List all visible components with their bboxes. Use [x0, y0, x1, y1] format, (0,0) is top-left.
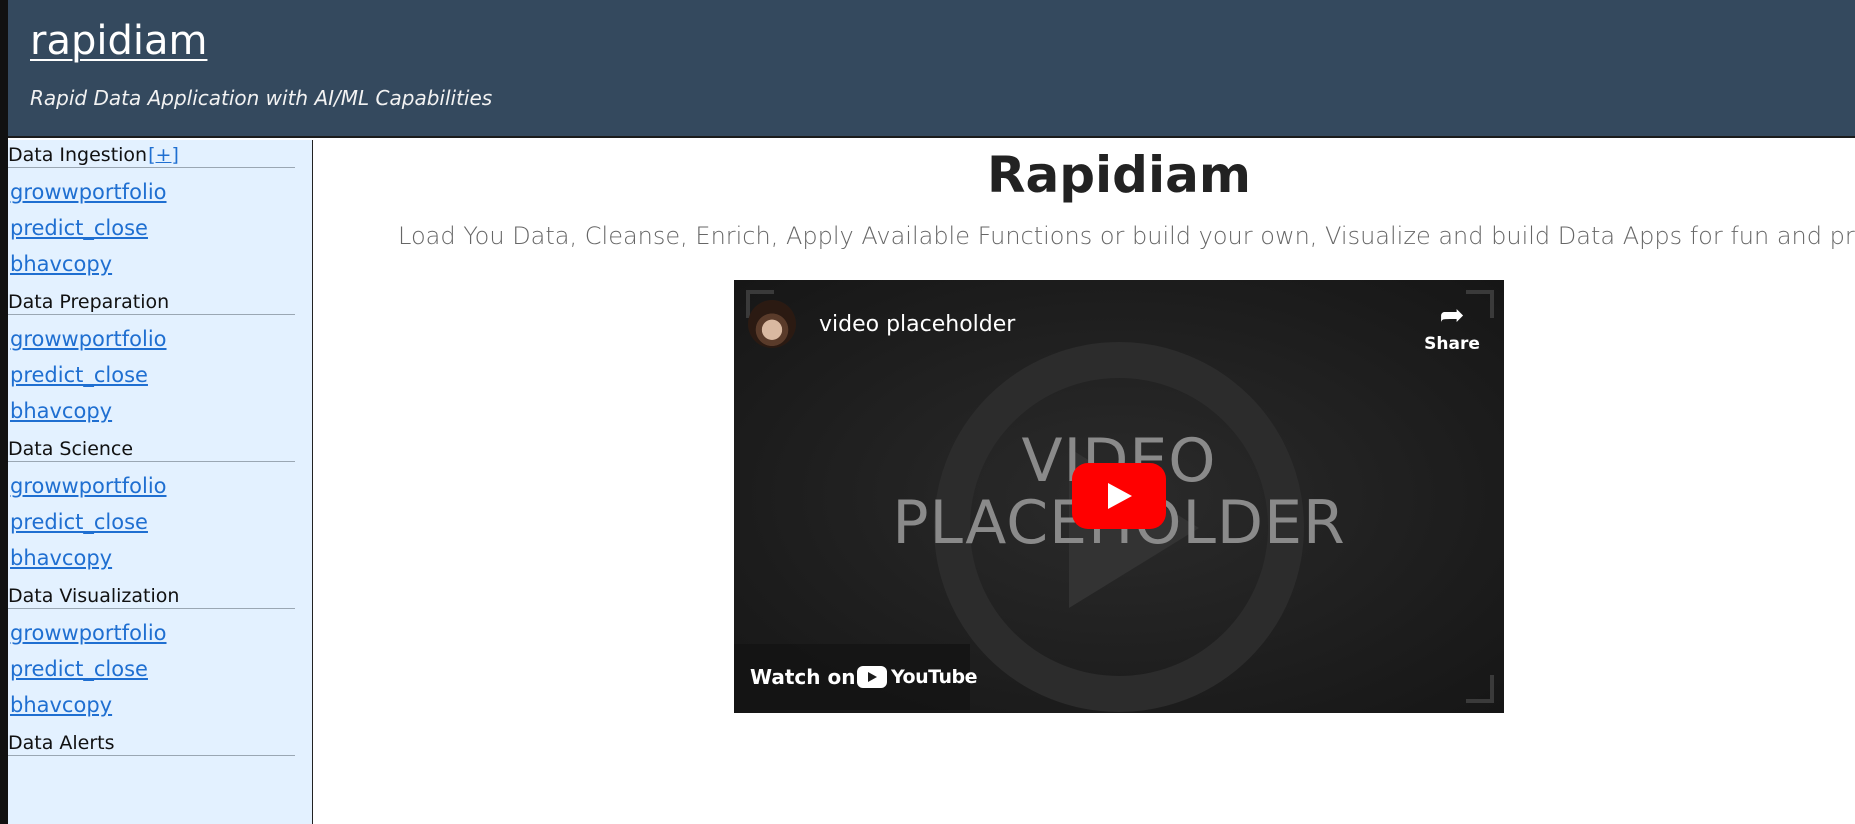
sidebar-link-bhavcopy[interactable]: bhavcopy: [8, 540, 312, 576]
lead-text: Load You Data, Cleanse, Enrich, Apply Av…: [398, 222, 1855, 250]
section-title: Data Visualization: [8, 581, 295, 609]
youtube-logo-icon: [857, 666, 887, 688]
sidebar-link-bhavcopy[interactable]: bhavcopy: [8, 393, 312, 429]
sidebar-section-data-visualization: Data Visualization growwportfolio predic…: [8, 581, 312, 728]
section-title: Data Alerts: [8, 728, 295, 756]
share-button[interactable]: ➦ Share: [1412, 298, 1492, 354]
site-header: rapidiam Rapid Data Application with AI/…: [8, 0, 1855, 138]
section-title: Data Science: [8, 434, 295, 462]
play-icon: [1108, 483, 1132, 509]
video-embed[interactable]: VIDEO PLACEHOLDER video placeholder ➦ Sh…: [734, 280, 1504, 713]
video-title-link[interactable]: video placeholder: [819, 312, 1015, 337]
sidebar-link-growwportfolio[interactable]: growwportfolio: [8, 468, 312, 504]
sidebar-section-data-science: Data Science growwportfolio predict_clos…: [8, 434, 312, 581]
main-content: Rapidiam Load You Data, Cleanse, Enrich,…: [314, 140, 1855, 824]
site-tagline: Rapid Data Application with AI/ML Capabi…: [30, 86, 493, 110]
sidebar-link-growwportfolio[interactable]: growwportfolio: [8, 615, 312, 651]
sidebar-link-predict-close[interactable]: predict_close: [8, 504, 312, 540]
expand-toggle[interactable]: [+]: [148, 144, 179, 166]
section-title: Data Ingestion: [8, 144, 148, 166]
sidebar-link-predict-close[interactable]: predict_close: [8, 210, 312, 246]
sidebar-section-data-ingestion: Data Ingestion[+] growwportfolio predict…: [8, 140, 312, 287]
page-title: Rapidiam: [987, 146, 1251, 204]
sidebar-link-bhavcopy[interactable]: bhavcopy: [8, 687, 312, 723]
window-edge: [0, 0, 8, 824]
watch-on-youtube-button[interactable]: Watch on YouTube: [734, 644, 977, 710]
sidebar: Data Ingestion[+] growwportfolio predict…: [8, 140, 313, 824]
sidebar-link-predict-close[interactable]: predict_close: [8, 357, 312, 393]
youtube-wordmark: YouTube: [891, 666, 977, 688]
sidebar-link-predict-close[interactable]: predict_close: [8, 651, 312, 687]
sidebar-section-data-alerts: Data Alerts: [8, 728, 312, 756]
section-title: Data Preparation: [8, 287, 295, 315]
channel-avatar[interactable]: [748, 300, 796, 348]
youtube-logo: YouTube: [857, 666, 977, 688]
sidebar-link-growwportfolio[interactable]: growwportfolio: [8, 174, 312, 210]
play-button[interactable]: [1072, 463, 1166, 529]
watch-on-label: Watch on: [750, 665, 856, 689]
share-icon: ➦: [1439, 298, 1465, 333]
corner-bracket: [1466, 675, 1494, 703]
site-title-link[interactable]: rapidiam: [30, 18, 207, 64]
sidebar-link-bhavcopy[interactable]: bhavcopy: [8, 246, 312, 282]
share-label: Share: [1424, 334, 1480, 354]
sidebar-link-growwportfolio[interactable]: growwportfolio: [8, 321, 312, 357]
sidebar-section-data-preparation: Data Preparation growwportfolio predict_…: [8, 287, 312, 434]
